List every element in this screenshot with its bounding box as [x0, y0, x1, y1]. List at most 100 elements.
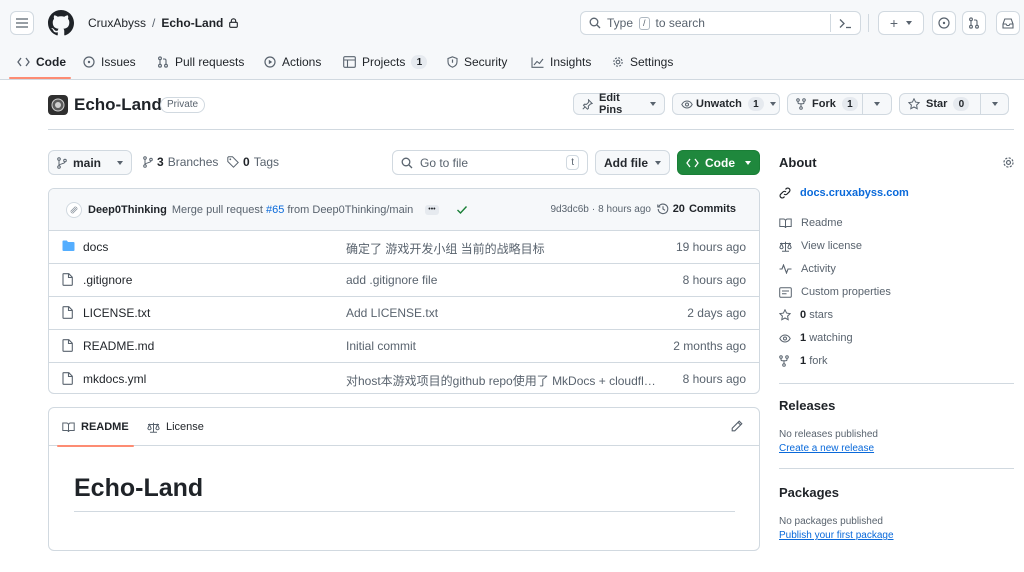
fork-label: fork: [809, 355, 828, 367]
commit-meta: 9d3dc6b · 8 hours ago: [550, 204, 651, 215]
custom-properties-link[interactable]: Custom properties: [779, 284, 891, 300]
search-icon: [589, 17, 601, 29]
packages-title[interactable]: Packages: [779, 485, 839, 500]
branch-select-button[interactable]: main: [48, 150, 132, 175]
readme-link[interactable]: Readme: [779, 215, 843, 231]
chevron-down-icon: [745, 160, 751, 165]
star-dropdown-button[interactable]: [980, 93, 1009, 115]
table-row[interactable]: LICENSE.txt Add LICENSE.txt 2 days ago: [49, 297, 759, 330]
tab-code[interactable]: Code: [17, 52, 66, 72]
git-pull-request-icon: [157, 56, 169, 68]
plus-icon: +: [889, 15, 899, 31]
activity-link[interactable]: Activity: [779, 261, 836, 277]
tab-issues[interactable]: Issues: [83, 52, 136, 72]
inbox-button[interactable]: [996, 11, 1020, 35]
add-file-button[interactable]: Add file: [595, 150, 670, 175]
commit-sha[interactable]: 9d3dc6b: [550, 204, 588, 215]
file-commit-message[interactable]: Add LICENSE.txt: [346, 306, 656, 320]
license-link[interactable]: View license: [779, 238, 862, 254]
commits-link[interactable]: 20 Commits: [656, 203, 736, 215]
website-link[interactable]: docs.cruxabyss.com: [779, 185, 909, 201]
edit-pins-button[interactable]: Edit Pins: [573, 92, 665, 116]
star-button[interactable]: Star 0: [899, 93, 981, 115]
commit-message-prefix[interactable]: Merge pull request: [172, 204, 263, 216]
commit-dot: ·: [591, 204, 596, 215]
issues-button[interactable]: [932, 11, 956, 35]
repo-title[interactable]: Echo-Land: [74, 95, 162, 115]
breadcrumb-repo[interactable]: Echo-Land: [161, 16, 223, 30]
readme-link-label: Readme: [801, 217, 843, 229]
tab-label: Insights: [550, 55, 592, 69]
avatar[interactable]: [66, 202, 82, 218]
tab-projects[interactable]: Projects 1: [343, 52, 428, 72]
branches-link[interactable]: 3 Branches: [143, 155, 218, 169]
watching-count: 1: [800, 332, 807, 344]
tab-settings[interactable]: Settings: [612, 52, 673, 72]
github-logo-icon[interactable]: [48, 10, 74, 36]
unwatch-button[interactable]: Unwatch 1: [672, 93, 780, 115]
code-button[interactable]: Code: [677, 150, 760, 175]
file-name[interactable]: .gitignore: [83, 273, 132, 287]
table-row[interactable]: README.md Initial commit 2 months ago: [49, 330, 759, 363]
latest-commit-bar: Deep0Thinking Merge pull request #65 fro…: [49, 189, 759, 231]
command-palette-icon[interactable]: [830, 14, 852, 32]
commit-author[interactable]: Deep0Thinking: [88, 204, 167, 216]
book-icon: [779, 218, 792, 229]
menu-button[interactable]: [10, 11, 34, 35]
file-name[interactable]: README.md: [83, 339, 154, 353]
stars-label: stars: [809, 309, 834, 321]
tab-actions[interactable]: Actions: [264, 52, 321, 72]
tab-insights[interactable]: Insights: [531, 52, 591, 72]
commit-pr-link[interactable]: #65: [266, 204, 284, 216]
branches-count: 3: [157, 155, 164, 169]
releases-title[interactable]: Releases: [779, 398, 835, 413]
publish-package-link[interactable]: Publish your first package: [779, 530, 894, 541]
watching-link[interactable]: 1 watching: [779, 330, 853, 346]
file-name[interactable]: LICENSE.txt: [83, 306, 150, 320]
table-row[interactable]: docs 确定了 游戏开发小组 当前的战略目标 19 hours ago: [49, 231, 759, 264]
tab-license[interactable]: License: [147, 421, 204, 433]
commit-expand-button[interactable]: •••: [425, 205, 439, 215]
branches-label: Branches: [167, 155, 219, 169]
table-row[interactable]: mkdocs.yml 对host本游戏项目的github repo使用了 MkDo…: [49, 363, 759, 393]
file-name[interactable]: docs: [83, 240, 108, 254]
gear-icon[interactable]: [1002, 156, 1015, 169]
table-row[interactable]: .gitignore add .gitignore file 8 hours ago: [49, 264, 759, 297]
visibility-badge: Private: [160, 97, 206, 113]
create-release-link[interactable]: Create a new release: [779, 443, 874, 454]
pencil-icon[interactable]: [731, 420, 743, 432]
fork-button[interactable]: Fork 1: [787, 93, 863, 115]
custom-properties-label: Custom properties: [801, 286, 891, 298]
history-icon: [656, 203, 669, 215]
breadcrumb-owner[interactable]: CruxAbyss: [88, 16, 146, 30]
forks-link[interactable]: 1 fork: [779, 353, 828, 369]
create-new-button[interactable]: +: [878, 11, 924, 35]
go-to-file-input[interactable]: Go to file t: [392, 150, 588, 175]
code-icon: [17, 57, 30, 67]
tab-security[interactable]: Security: [447, 52, 507, 72]
tab-readme[interactable]: README: [62, 421, 129, 433]
website-url: docs.cruxabyss.com: [800, 187, 909, 199]
note-icon: [779, 286, 792, 298]
file-commit-message[interactable]: Initial commit: [346, 339, 656, 353]
fork-dropdown-button[interactable]: [862, 93, 892, 115]
commit-message-suffix[interactable]: from Deep0Thinking/main: [287, 204, 413, 216]
go-to-file-shortcut: t: [566, 155, 579, 170]
commit-summary: Deep0Thinking Merge pull request #65 fro…: [88, 204, 468, 216]
file-commit-message[interactable]: 对host本游戏项目的github repo使用了 MkDocs + cloud…: [346, 372, 656, 389]
global-search-input[interactable]: Type / to search: [580, 11, 861, 35]
add-file-label: Add file: [604, 155, 648, 170]
file-name[interactable]: mkdocs.yml: [83, 372, 146, 386]
chevron-down-icon: [117, 160, 123, 165]
unwatch-label: Unwatch: [696, 98, 742, 110]
tab-pull-requests[interactable]: Pull requests: [157, 52, 244, 72]
stars-link[interactable]: 0 stars: [779, 307, 833, 323]
pull-requests-button[interactable]: [962, 11, 986, 35]
check-icon[interactable]: [456, 205, 468, 215]
file-commit-message[interactable]: add .gitignore file: [346, 273, 656, 287]
tab-counter: 1: [411, 55, 428, 69]
fork-count: 1: [800, 355, 807, 367]
file-commit-message[interactable]: 确定了 游戏开发小组 当前的战略目标: [346, 240, 656, 257]
tags-link[interactable]: 0 Tags: [227, 155, 279, 169]
table-icon: [343, 56, 356, 68]
